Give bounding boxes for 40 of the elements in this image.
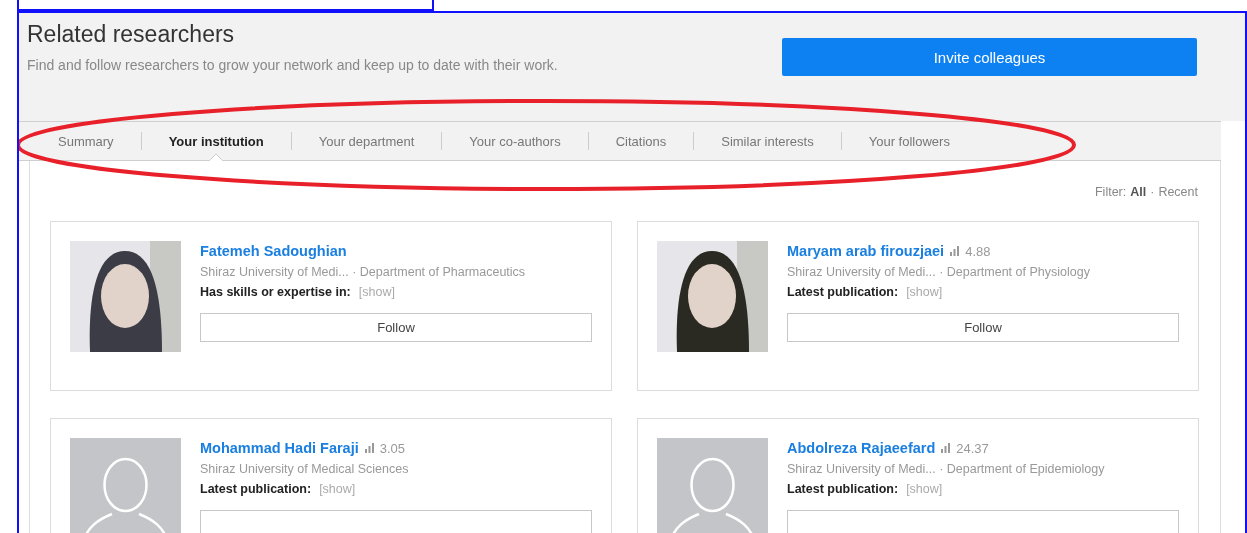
detail-label: Has skills or expertise in: xyxy=(200,285,351,299)
detail-label: Latest publication: xyxy=(200,482,312,496)
show-link[interactable]: [show] xyxy=(358,285,395,299)
affiliation: Shiraz University of Medi... · Department of Pharmaceutics xyxy=(200,265,527,279)
filter-label: Filter: xyxy=(1095,185,1127,199)
show-link[interactable]: [show] xyxy=(906,482,943,496)
affiliation: Shiraz University of Medi... · Department of Epidemiology xyxy=(787,462,1106,476)
filter-option[interactable]: Recent xyxy=(1158,185,1198,199)
tab[interactable]: Your co-authors xyxy=(442,121,588,161)
page-subtitle: Find and follow researchers to grow your network and keep up to date with their work. xyxy=(27,57,558,73)
detail-label: Latest publication: xyxy=(787,285,899,299)
score: 3.05 xyxy=(379,440,406,456)
show-link[interactable]: [show] xyxy=(906,285,943,299)
detail-label: Latest publication: xyxy=(787,482,899,496)
follow-button[interactable] xyxy=(200,510,592,533)
tab[interactable]: Your institution xyxy=(141,121,291,161)
bar-chart-icon xyxy=(364,443,374,453)
follow-button[interactable]: Follow xyxy=(200,313,592,342)
tab[interactable]: Citations xyxy=(588,121,694,161)
tab[interactable]: Your department xyxy=(291,121,442,161)
bar-chart-icon xyxy=(941,443,951,453)
researcher-name[interactable]: Abdolreza Rajaeefard xyxy=(787,440,936,456)
show-link[interactable]: [show] xyxy=(319,482,356,496)
tab[interactable]: Similar interests xyxy=(694,121,841,161)
affiliation: Shiraz University of Medi... · Department of Physiology xyxy=(787,265,1091,279)
researcher-name[interactable]: Fatemeh Sadoughian xyxy=(200,243,347,259)
score: 4.88 xyxy=(965,243,991,259)
score: 24.37 xyxy=(956,440,989,456)
follow-button[interactable] xyxy=(787,510,1179,533)
tab[interactable]: Your followers xyxy=(841,121,977,161)
page-title: Related researchers xyxy=(27,21,236,48)
filter-option[interactable]: All xyxy=(1130,185,1147,199)
separator-dot: · xyxy=(1150,185,1155,199)
researcher-name[interactable]: Mohammad Hadi Faraji xyxy=(200,440,359,456)
invite-button[interactable]: Invite colleagues xyxy=(782,38,1197,76)
researcher-name[interactable]: Maryam arab firouzjaei xyxy=(787,243,945,259)
follow-button[interactable]: Follow xyxy=(787,313,1179,342)
affiliation: Shiraz University of Medical Sciences xyxy=(200,462,410,476)
tab[interactable]: Summary xyxy=(31,121,141,161)
bar-chart-icon xyxy=(950,246,960,256)
